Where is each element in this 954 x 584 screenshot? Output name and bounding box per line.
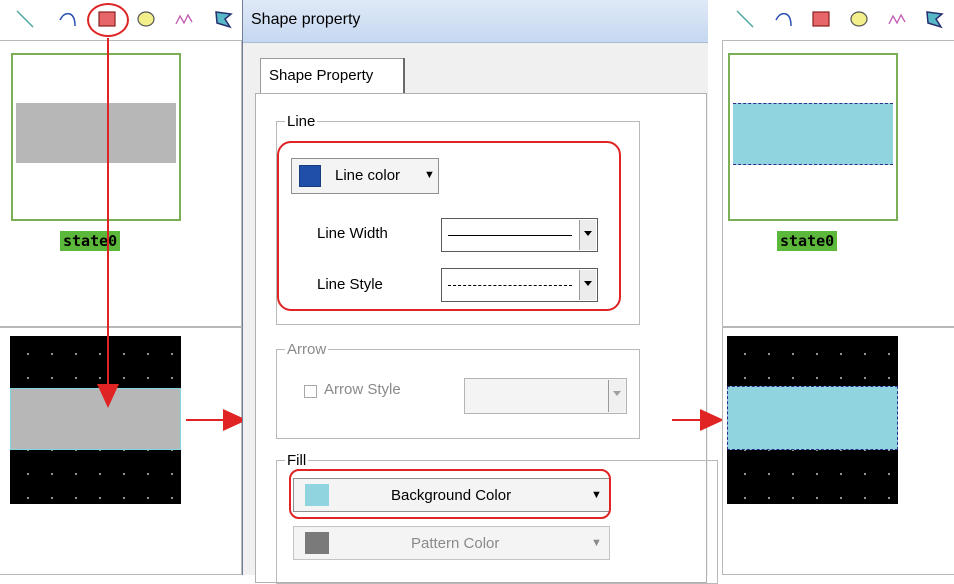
pattern-color-label: Pattern Color (411, 535, 500, 552)
tab-divider (403, 58, 405, 94)
rectangle-icon[interactable] (810, 8, 832, 30)
rectangle-tool-highlight (87, 3, 129, 37)
tab-shape-property[interactable]: Shape Property (260, 58, 404, 94)
background-color-highlight (289, 469, 611, 519)
annotation-arrowhead-down (97, 384, 119, 408)
left-edit-panel (0, 327, 242, 575)
pattern-color-button[interactable]: Pattern Color ▼ (293, 526, 610, 560)
polyline-icon[interactable] (886, 8, 908, 30)
right-edit-panel (722, 327, 954, 575)
dialog-titlebar: Shape property (243, 0, 708, 43)
polygon-icon[interactable] (213, 8, 235, 30)
rectangle-shape[interactable] (10, 388, 181, 450)
line-icon[interactable] (734, 8, 756, 30)
line-icon[interactable] (14, 8, 36, 30)
line-group-legend: Line (287, 113, 316, 130)
polygon-icon[interactable] (924, 8, 946, 30)
arrow-style-checkbox[interactable] (304, 385, 317, 398)
annotation-arrow-down (107, 38, 109, 385)
dialog-title: Shape property (251, 11, 361, 28)
right-shape-toolbar (722, 0, 954, 38)
polyline-icon[interactable] (173, 8, 195, 30)
arc-icon[interactable] (772, 8, 794, 30)
state-preview-frame[interactable] (11, 53, 181, 221)
tab-label: Shape Property (269, 67, 374, 84)
right-state-panel: state0 (722, 40, 954, 327)
annotation-arrow-to-dialog (186, 419, 226, 421)
pattern-color-swatch (305, 532, 329, 554)
chevron-down-icon: ▼ (591, 537, 602, 549)
shape-property-dialog: Shape property Shape Property Line Line … (242, 0, 718, 584)
state-label: state0 (60, 231, 121, 251)
ellipse-icon[interactable] (848, 8, 870, 30)
line-settings-highlight (277, 141, 621, 311)
preview-rectangle-shape (733, 103, 893, 165)
arrow-group-legend: Arrow (287, 341, 327, 358)
fill-group-legend: Fill (287, 452, 307, 469)
rectangle-shape[interactable] (727, 386, 898, 450)
state-preview-frame[interactable] (728, 53, 898, 221)
preview-rectangle-shape (16, 103, 176, 163)
arrow-style-select[interactable] (464, 378, 627, 414)
ellipse-icon[interactable] (135, 8, 157, 30)
annotation-arrowhead-to-result (700, 409, 724, 431)
left-state-panel: state0 (0, 40, 242, 327)
annotation-arrow-to-result (672, 419, 702, 421)
arrow-style-label: Arrow Style (324, 381, 401, 398)
state-label: state0 (777, 231, 838, 251)
arrow-style-dropdown-icon[interactable] (608, 380, 625, 412)
arc-icon[interactable] (56, 8, 78, 30)
